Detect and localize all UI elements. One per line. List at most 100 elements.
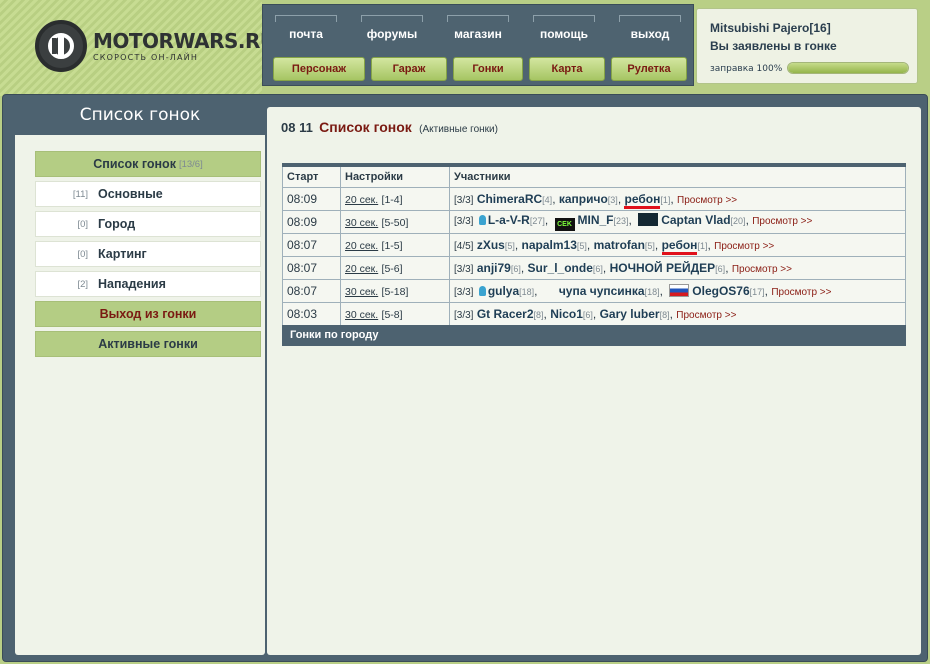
participants-count: [4/5] bbox=[454, 240, 474, 252]
sidebar-item-count: [0] bbox=[77, 218, 88, 230]
race-duration-link[interactable]: 20 сек. bbox=[345, 240, 378, 252]
race-duration-link[interactable]: 20 сек. bbox=[345, 263, 378, 275]
race-participants-cell: [3/3] L-a-V-R[27], CEK MIN_F[23], Captan … bbox=[449, 209, 906, 234]
player-level: [1] bbox=[660, 194, 671, 205]
race-list-panel: 08 11 Список гонок (Активные гонки) Стар… bbox=[267, 107, 921, 655]
page-subtitle: (Активные гонки) bbox=[419, 124, 498, 135]
view-race-link[interactable]: Просмотр >> bbox=[677, 195, 737, 206]
table-row: 08:07 30 сек. [5-18] [3/3] gulya[18], чупа… bbox=[282, 278, 906, 303]
site-logo[interactable]: MOTORWARS.RU СКОРОСТЬ ОН-ЛАЙН bbox=[35, 20, 276, 72]
race-start-time: 08:07 bbox=[282, 232, 341, 257]
city-races-footer[interactable]: Гонки по городу bbox=[282, 325, 906, 346]
car-status-panel: Mitsubishi Pajero[16] Вы заявлены в гонк… bbox=[696, 8, 918, 84]
logo-icon bbox=[35, 20, 87, 72]
nav-shop[interactable]: магазин bbox=[435, 15, 521, 51]
player-name-link[interactable]: Gt Racer2 bbox=[477, 307, 534, 321]
sidebar-item-label: Основные bbox=[98, 187, 163, 201]
view-race-link[interactable]: Просмотр >> bbox=[752, 216, 812, 227]
race-duration-link[interactable]: 20 сек. bbox=[345, 194, 378, 206]
fuel-label: заправка 100% bbox=[710, 64, 783, 74]
race-duration-link[interactable]: 30 сек. bbox=[345, 286, 378, 298]
table-row: 08:09 30 сек. [5-50] [3/3] L-a-V-R[27], CE… bbox=[282, 209, 906, 234]
race-settings-cell: 30 сек. [5-18] bbox=[340, 278, 450, 303]
races-button[interactable]: Гонки bbox=[453, 57, 523, 81]
races-table: Старт Настройки Участники 08:09 20 сек. [… bbox=[282, 163, 906, 326]
car-name[interactable]: Mitsubishi Pajero[16] bbox=[710, 21, 831, 35]
player-level: [18] bbox=[519, 286, 535, 297]
player-name-link[interactable]: matrofan bbox=[594, 238, 645, 252]
nav-forums[interactable]: форумы bbox=[349, 15, 435, 51]
view-race-link[interactable]: Просмотр >> bbox=[732, 264, 792, 275]
roulette-button[interactable]: Рулетка bbox=[611, 57, 687, 81]
race-level-range: [5-6] bbox=[381, 262, 403, 275]
player-name-link[interactable]: ChimeraRC bbox=[477, 192, 542, 206]
page-heading: Список гонок bbox=[319, 119, 412, 135]
logo-subtitle: СКОРОСТЬ ОН-ЛАЙН bbox=[93, 52, 199, 62]
race-duration-link[interactable]: 30 сек. bbox=[345, 309, 378, 321]
sidebar-item-count: [0] bbox=[77, 248, 88, 260]
character-button[interactable]: Персонаж bbox=[273, 57, 365, 81]
leave-race-button[interactable]: Выход из гонки bbox=[35, 301, 261, 327]
table-row: 08:03 30 сек. [5-8] [3/3] Gt Racer2[8], Ni… bbox=[282, 301, 906, 326]
sidebar-menu: Список гонок [13/6] [11] Основные [0] Го… bbox=[35, 151, 261, 361]
player-name-link[interactable]: gulya bbox=[488, 284, 519, 298]
player-level: [4] bbox=[542, 194, 553, 205]
sidebar: Список гонок Список гонок [13/6] [11] Ос… bbox=[15, 95, 265, 655]
sidebar-item-label: Город bbox=[98, 217, 136, 231]
player-level: [18] bbox=[644, 286, 660, 297]
player-name-link[interactable]: anji79 bbox=[477, 261, 511, 275]
map-button[interactable]: Карта bbox=[529, 57, 605, 81]
sidebar-item-count: [11] bbox=[72, 188, 88, 200]
view-race-link[interactable]: Просмотр >> bbox=[676, 310, 736, 321]
player-name-link[interactable]: капричо bbox=[559, 192, 608, 206]
column-header-settings: Настройки bbox=[340, 163, 450, 188]
player-name-link[interactable]: L-a-V-R bbox=[488, 213, 530, 227]
sidebar-item-city[interactable]: [0] Город bbox=[35, 211, 261, 237]
sidebar-item-attacks[interactable]: [2] Нападения bbox=[35, 271, 261, 297]
sidebar-item-main[interactable]: [11] Основные bbox=[35, 181, 261, 207]
player-name-link[interactable]: ребон bbox=[624, 191, 661, 209]
active-races-button[interactable]: Активные гонки bbox=[35, 331, 261, 357]
sidebar-item-race-list[interactable]: Список гонок [13/6] bbox=[35, 151, 261, 177]
race-settings-cell: 20 сек. [5-6] bbox=[340, 255, 450, 280]
player-name-link[interactable]: napalm13 bbox=[522, 238, 577, 252]
race-level-range: [5-18] bbox=[381, 285, 409, 298]
race-start-time: 08:09 bbox=[282, 186, 341, 211]
player-level: [5] bbox=[504, 240, 515, 251]
sidebar-item-label: Картинг bbox=[98, 247, 147, 261]
sidebar-item-label: Нападения bbox=[98, 277, 166, 291]
player-name-link[interactable]: Gary luber bbox=[600, 307, 660, 321]
participants-count: [3/3] bbox=[454, 286, 474, 298]
player-name-link[interactable]: Nico1 bbox=[550, 307, 583, 321]
race-level-range: [5-8] bbox=[381, 308, 403, 321]
nav-logout[interactable]: выход bbox=[607, 15, 693, 51]
race-start-time: 08:09 bbox=[282, 209, 341, 234]
participants-count: [3/3] bbox=[454, 309, 474, 321]
race-duration-link[interactable]: 30 сек. bbox=[345, 217, 378, 229]
view-race-link[interactable]: Просмотр >> bbox=[714, 241, 774, 252]
player-level: [8] bbox=[659, 309, 670, 320]
player-level: [6] bbox=[510, 263, 521, 274]
player-level: [6] bbox=[715, 263, 726, 274]
player-name-link[interactable]: OlegOS76 bbox=[692, 284, 749, 298]
participants-count: [3/3] bbox=[454, 194, 474, 206]
view-race-link[interactable]: Просмотр >> bbox=[771, 287, 831, 298]
sidebar-item-karting[interactable]: [0] Картинг bbox=[35, 241, 261, 267]
player-name-link[interactable]: чупа чупсинка bbox=[559, 284, 645, 298]
page-title: 08 11 Список гонок (Активные гонки) bbox=[281, 119, 498, 135]
race-start-time: 08:07 bbox=[282, 255, 341, 280]
player-name-link[interactable]: НОЧНОЙ РЕЙДЕР bbox=[610, 261, 716, 275]
sidebar-item-count: [2] bbox=[77, 278, 88, 290]
table-row: 08:09 20 сек. [1-4] [3/3] ChimeraRC[4], ка… bbox=[282, 186, 906, 211]
nav-help[interactable]: помощь bbox=[521, 15, 607, 51]
player-name-link[interactable]: zXus bbox=[477, 238, 505, 252]
player-name-link[interactable]: Sur_l_onde bbox=[528, 261, 593, 275]
player-name-link[interactable]: MIN_F bbox=[578, 213, 614, 227]
race-status: Вы заявлены в гонке bbox=[710, 39, 837, 53]
player-name-link[interactable]: Captan Vlad bbox=[661, 213, 730, 227]
nav-mail[interactable]: почта bbox=[263, 15, 349, 51]
garage-button[interactable]: Гараж bbox=[371, 57, 447, 81]
column-header-start: Старт bbox=[282, 163, 341, 188]
player-name-link[interactable]: ребон bbox=[661, 237, 698, 255]
clan-logo-icon bbox=[638, 212, 659, 226]
